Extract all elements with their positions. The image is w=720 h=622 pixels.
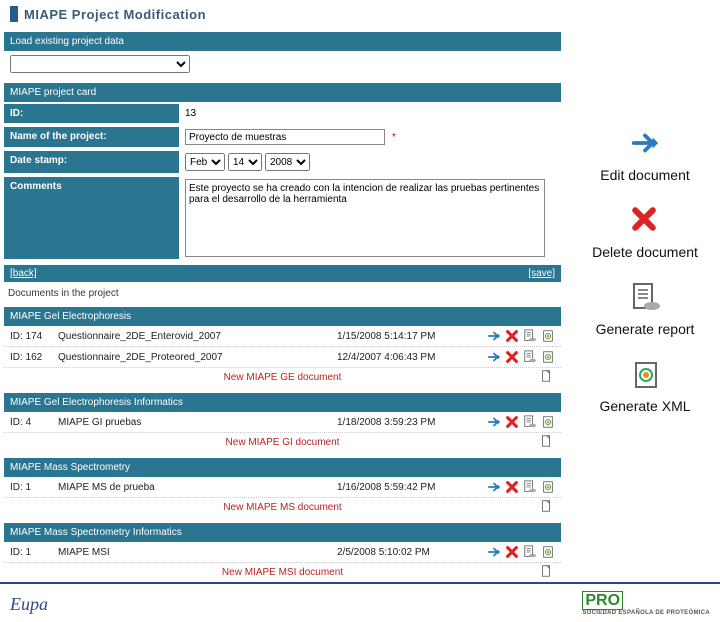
save-link[interactable]: [save] [528,268,555,279]
report-icon[interactable] [523,350,537,364]
doc-date: 1/15/2008 5:14:17 PM [337,331,477,342]
load-section-header: Load existing project data [4,32,561,51]
new-doc-icon[interactable] [539,369,553,383]
x-icon[interactable] [505,545,519,559]
x-icon[interactable] [505,329,519,343]
new-doc-icon[interactable] [539,564,553,578]
date-day-select[interactable]: 14 [228,153,262,171]
legend-delete: Delete document [570,205,720,260]
doc-id: ID: 1 [10,482,58,493]
new-doc-row: New MIAPE GE document [4,368,561,387]
xml-icon[interactable] [541,415,555,429]
doc-id: ID: 4 [10,417,58,428]
doc-date: 1/18/2008 3:59:23 PM [337,417,477,428]
arrow-right-icon[interactable] [487,415,501,429]
required-star: * [392,132,396,143]
doc-section-header: MIAPE Gel Electrophoresis Informatics [4,393,561,412]
nav-row: [back] [save] [4,265,561,282]
load-row [4,51,561,77]
doc-id: ID: 174 [10,331,58,342]
date-year-select[interactable]: 2008 [265,153,310,171]
row-id: ID: 13 [4,102,561,125]
row-date: Date stamp: Feb 14 2008 [4,149,561,175]
label-comments: Comments [4,177,179,259]
page-header: MIAPE Project Modification [4,0,561,26]
card-header: MIAPE project card [4,83,561,102]
doc-id: ID: 162 [10,352,58,363]
x-icon[interactable] [505,415,519,429]
xml-icon[interactable] [541,545,555,559]
new-doc-row: New MIAPE MS document [4,498,561,517]
label-name: Name of the project: [4,127,179,147]
report-icon [630,282,660,312]
project-select[interactable] [10,55,190,73]
x-icon[interactable] [505,350,519,364]
doc-name: Questionnaire_2DE_Proteored_2007 [58,352,337,363]
report-icon[interactable] [523,545,537,559]
doc-section-header: MIAPE Mass Spectrometry Informatics [4,523,561,542]
legend-edit: Edit document [570,128,720,183]
xml-icon[interactable] [541,480,555,494]
comments-textarea[interactable]: Este proyecto se ha creado con la intenc… [185,179,545,257]
arrow-right-icon[interactable] [487,480,501,494]
row-name: Name of the project: * [4,125,561,149]
page-title: MIAPE Project Modification [24,7,206,22]
x-icon [630,205,660,235]
new-doc-link[interactable]: New MIAPE MS document [223,502,341,513]
doc-date: 12/4/2007 4:06:43 PM [337,352,477,363]
legend-xml: Generate XML [570,359,720,414]
back-link[interactable]: [back] [10,268,37,279]
doc-section-header: MIAPE Gel Electrophoresis [4,307,561,326]
doc-row: ID: 174Questionnaire_2DE_Enterovid_20071… [4,326,561,347]
project-name-input[interactable] [185,129,385,145]
new-doc-link[interactable]: New MIAPE GE document [224,372,342,383]
doc-date: 2/5/2008 5:10:02 PM [337,547,477,558]
report-icon[interactable] [523,415,537,429]
legend-panel: Edit document Delete document Generate r… [570,0,720,436]
doc-date: 1/16/2008 5:59:42 PM [337,482,477,493]
row-comments: Comments Este proyecto se ha creado con … [4,175,561,261]
pro-logo: PRO SOCIEDAD ESPAÑOLA DE PROTEÓMICA [582,592,710,616]
new-doc-row: New MIAPE MSI document [4,563,561,582]
value-id: 13 [179,104,561,123]
label-date: Date stamp: [4,151,179,173]
doc-name: MIAPE GI pruebas [58,417,337,428]
header-accent [10,6,18,22]
report-icon[interactable] [523,329,537,343]
report-icon[interactable] [523,480,537,494]
legend-report: Generate report [570,282,720,337]
arrow-right-icon[interactable] [487,350,501,364]
doc-name: MIAPE MSI [58,547,337,558]
documents-header: Documents in the project [4,282,561,301]
arrow-right-icon[interactable] [487,545,501,559]
doc-id: ID: 1 [10,547,58,558]
doc-name: MIAPE MS de prueba [58,482,337,493]
x-icon[interactable] [505,480,519,494]
date-month-select[interactable]: Feb [185,153,225,171]
new-doc-link[interactable]: New MIAPE GI document [226,437,340,448]
new-doc-icon[interactable] [539,434,553,448]
xml-icon[interactable] [541,350,555,364]
doc-name: Questionnaire_2DE_Enterovid_2007 [58,331,337,342]
new-doc-icon[interactable] [539,499,553,513]
doc-row: ID: 1MIAPE MS de prueba1/16/2008 5:59:42… [4,477,561,498]
label-id: ID: [4,104,179,123]
arrow-right-icon [630,128,660,158]
eupa-logo: Eupa [10,594,48,615]
new-doc-link[interactable]: New MIAPE MSI document [222,567,343,578]
xml-icon [630,359,660,389]
new-doc-row: New MIAPE GI document [4,433,561,452]
footer: Eupa PRO SOCIEDAD ESPAÑOLA DE PROTEÓMICA [0,582,720,622]
doc-row: ID: 1MIAPE MSI2/5/2008 5:10:02 PM [4,542,561,563]
doc-section-header: MIAPE Mass Spectrometry [4,458,561,477]
xml-icon[interactable] [541,329,555,343]
arrow-right-icon[interactable] [487,329,501,343]
doc-row: ID: 162Questionnaire_2DE_Proteored_20071… [4,347,561,368]
main-panel: MIAPE Project Modification Load existing… [0,0,565,582]
doc-row: ID: 4MIAPE GI pruebas1/18/2008 3:59:23 P… [4,412,561,433]
